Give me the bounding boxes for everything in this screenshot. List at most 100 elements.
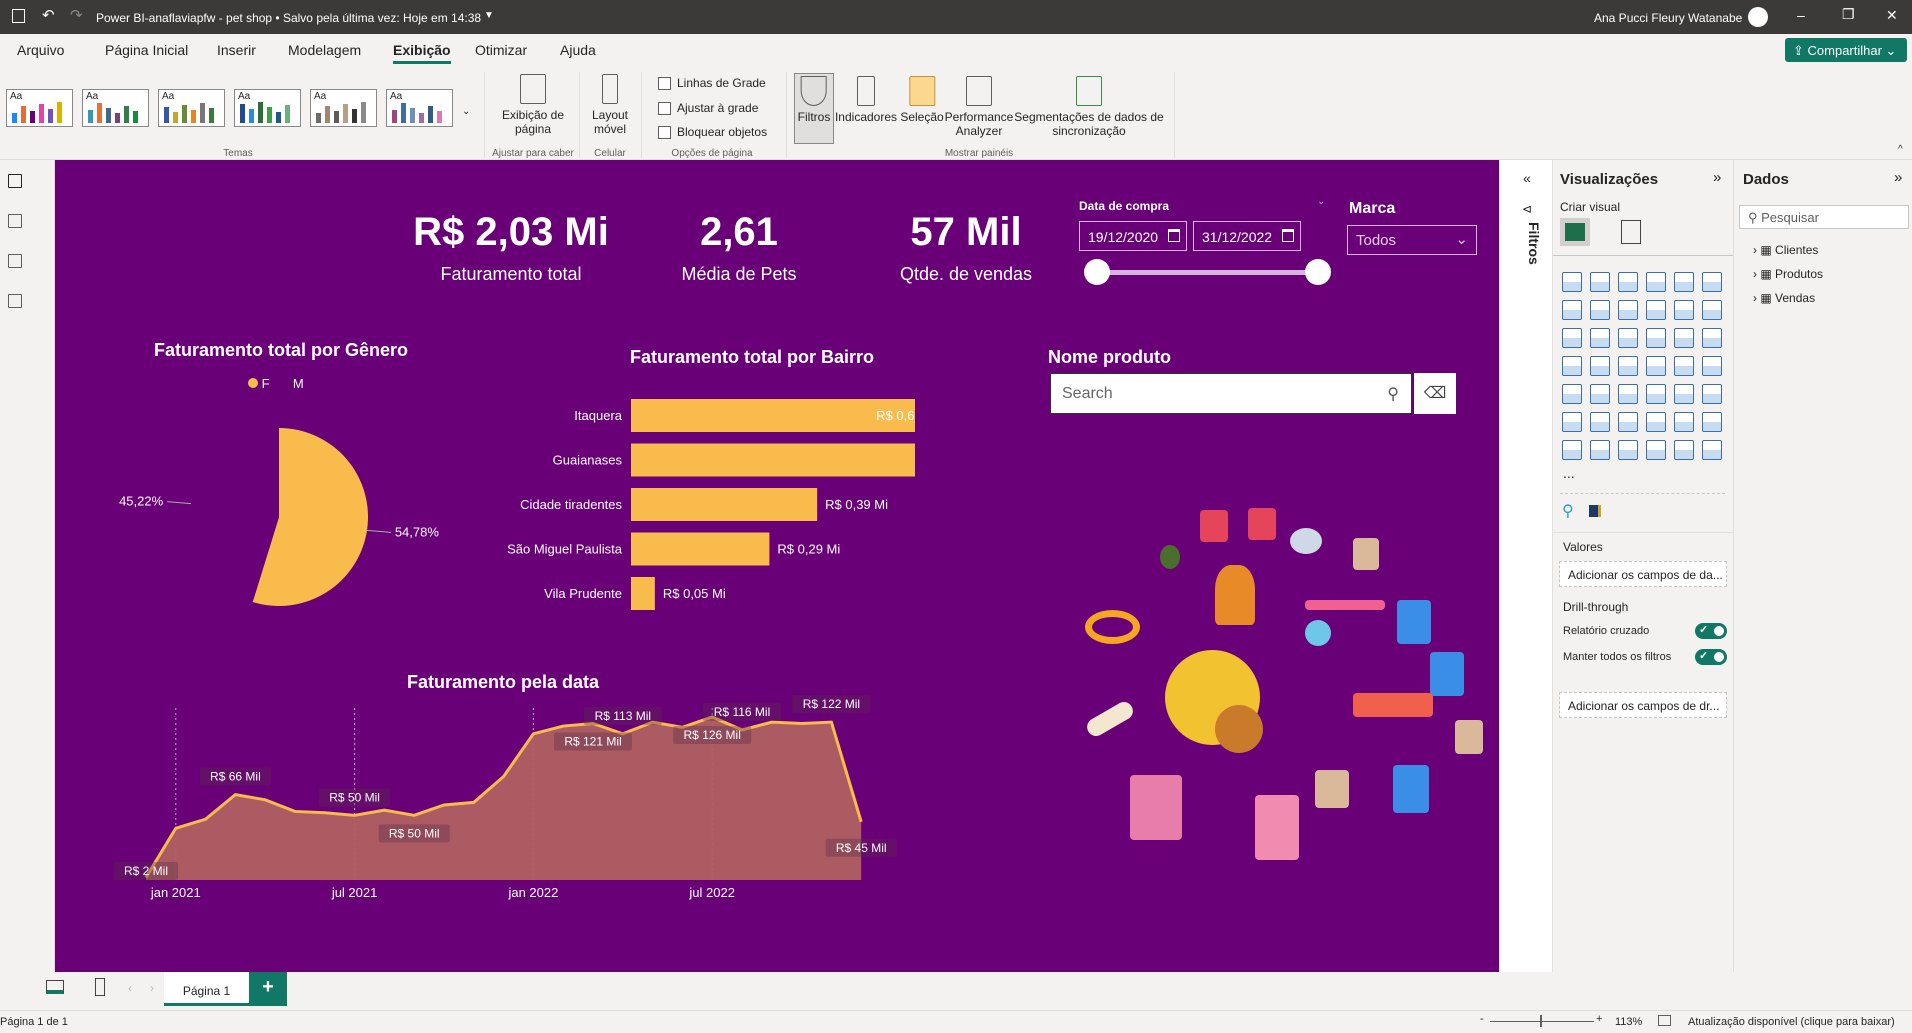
stacked-area-visual-icon[interactable]: [1618, 300, 1638, 320]
prev-page-icon[interactable]: ‹: [128, 981, 132, 995]
filters-pane-button[interactable]: Filtros: [798, 76, 830, 124]
title-dropdown-icon[interactable]: ▼: [484, 10, 494, 21]
report-view-icon[interactable]: [8, 174, 22, 188]
area-visual-icon[interactable]: [1590, 300, 1610, 320]
treemap-visual-icon[interactable]: [1562, 356, 1582, 376]
clustered-bar-visual-icon[interactable]: [1618, 272, 1638, 292]
menu-pagina-inicial[interactable]: Página Inicial: [105, 42, 188, 58]
python-visual-visual-icon[interactable]: [1562, 412, 1582, 432]
theme-thumbnail[interactable]: Aa: [158, 89, 225, 127]
qa-search-icon[interactable]: ⚲: [1562, 501, 1574, 521]
snap-to-grid-checkbox[interactable]: Ajustar à grade: [658, 101, 758, 115]
mobile-layout-button[interactable]: Layout móvel: [590, 74, 630, 136]
date-range-start-handle[interactable]: [1084, 259, 1110, 285]
ribbon-visual-icon[interactable]: [1562, 328, 1582, 348]
menu-ajuda[interactable]: Ajuda: [560, 42, 596, 58]
clustered-column-visual-icon[interactable]: [1646, 272, 1666, 292]
100-bar-visual-icon[interactable]: [1674, 272, 1694, 292]
map-visual-icon[interactable]: [1590, 356, 1610, 376]
funnel-visual-icon[interactable]: [1618, 328, 1638, 348]
zoom-in-button[interactable]: +: [1596, 1013, 1602, 1025]
zoom-slider[interactable]: [1490, 1021, 1594, 1022]
gridlines-checkbox[interactable]: Linhas de Grade: [658, 76, 766, 90]
clear-selection-button[interactable]: ⌫: [1414, 373, 1456, 414]
matrix-visual-icon[interactable]: [1674, 384, 1694, 404]
pie-visual-icon[interactable]: [1674, 328, 1694, 348]
card-visual-icon[interactable]: [1702, 356, 1722, 376]
share-button[interactable]: ⇪ Compartilhar ⌄: [1785, 38, 1907, 62]
bookmarks-pane-button[interactable]: Indicadores: [835, 76, 897, 124]
mobile-layout-icon[interactable]: [95, 978, 105, 996]
r-visual-visual-icon[interactable]: [1702, 384, 1722, 404]
metrics-visual-icon[interactable]: [1702, 412, 1722, 432]
qa-visual-icon[interactable]: [1646, 412, 1666, 432]
theme-thumbnail[interactable]: Aa: [310, 89, 377, 127]
legend-m[interactable]: M: [293, 376, 304, 391]
redo-icon[interactable]: ↷: [70, 6, 83, 24]
table-vendas[interactable]: › ▦ Vendas: [1753, 291, 1815, 305]
line-visual-icon[interactable]: [1562, 300, 1582, 320]
expand-filters-icon[interactable]: «: [1523, 170, 1531, 186]
collapse-viz-icon[interactable]: »: [1713, 169, 1721, 186]
theme-thumbnail[interactable]: Aa: [234, 89, 301, 127]
fit-to-page-icon[interactable]: [1658, 1015, 1671, 1026]
page-view-button[interactable]: Exibição de página: [498, 74, 568, 136]
selection-pane-button[interactable]: Seleção: [900, 76, 944, 124]
performance-analyzer-button[interactable]: Performance Analyzer: [939, 76, 1019, 138]
sync-slicers-button[interactable]: Segmentações de dados de sincronização: [1014, 76, 1164, 138]
calendar-icon[interactable]: [1282, 229, 1294, 242]
gauge-visual-icon[interactable]: [1674, 356, 1694, 376]
table-visual-icon[interactable]: [1646, 384, 1666, 404]
add-drillthrough-dropzone[interactable]: Adicionar os campos de dr...: [1559, 692, 1727, 718]
scatter-visual-icon[interactable]: [1646, 328, 1666, 348]
line-column-visual-icon[interactable]: [1674, 300, 1694, 320]
waterfall-visual-icon[interactable]: [1590, 328, 1610, 348]
menu-otimizar[interactable]: Otimizar: [475, 42, 527, 58]
power-apps-visual-icon[interactable]: [1590, 440, 1610, 460]
decomposition-tree-visual-icon[interactable]: [1618, 412, 1638, 432]
table-produtos[interactable]: › ▦ Produtos: [1753, 267, 1823, 281]
multirow-card-visual-icon[interactable]: [1562, 384, 1582, 404]
table-clientes[interactable]: › ▦ Clientes: [1753, 243, 1818, 257]
model-view-icon[interactable]: [8, 254, 22, 268]
key-influencers-visual-icon[interactable]: [1590, 412, 1610, 432]
tab-pagina-1[interactable]: Página 1: [164, 972, 249, 1006]
theme-thumbnail[interactable]: Aa: [6, 89, 73, 127]
filled-map-visual-icon[interactable]: [1618, 356, 1638, 376]
menu-modelagem[interactable]: Modelagem: [288, 42, 361, 58]
undo-icon[interactable]: ↶: [42, 6, 55, 24]
zoom-slider-handle[interactable]: [1540, 1015, 1542, 1027]
themes-expand-icon[interactable]: ⌄: [462, 106, 470, 117]
lock-objects-checkbox[interactable]: Bloquear objetos: [658, 125, 767, 139]
azure-map-visual-icon[interactable]: [1646, 356, 1666, 376]
100-column-visual-icon[interactable]: [1702, 272, 1722, 292]
brand-dropdown[interactable]: Todos ⌄: [1347, 225, 1477, 255]
custom-b-visual-icon[interactable]: [1702, 440, 1722, 460]
filters-pane-collapsed[interactable]: « ⊲ Filtros: [1499, 160, 1552, 972]
build-visual-tab[interactable]: [1560, 218, 1590, 246]
add-page-button[interactable]: +: [249, 972, 287, 1006]
legend-f[interactable]: F: [262, 376, 270, 391]
format-visual-icon[interactable]: [1621, 220, 1641, 244]
slicer-visual-icon[interactable]: [1618, 384, 1638, 404]
theme-thumbnail[interactable]: Aa: [82, 89, 149, 127]
date-slicer-dropdown-icon[interactable]: ⌄: [1317, 196, 1325, 207]
close-icon[interactable]: ✕: [1886, 7, 1898, 24]
menu-arquivo[interactable]: Arquivo: [17, 42, 64, 58]
donut-visual-icon[interactable]: [1702, 328, 1722, 348]
more-visuals-button[interactable]: ...: [1563, 465, 1575, 481]
collapse-ribbon-icon[interactable]: ^: [1898, 144, 1903, 155]
add-values-dropzone[interactable]: Adicionar os campos de da...: [1559, 561, 1727, 587]
theme-thumbnail[interactable]: Aa: [386, 89, 453, 127]
save-icon[interactable]: [12, 9, 25, 23]
keep-filters-toggle[interactable]: [1695, 649, 1727, 665]
desktop-layout-icon[interactable]: [46, 980, 64, 994]
minimize-icon[interactable]: –: [1797, 7, 1805, 23]
menu-inserir[interactable]: Inserir: [217, 42, 256, 58]
zoom-out-button[interactable]: -: [1480, 1013, 1484, 1025]
dax-query-icon[interactable]: [8, 294, 22, 308]
smart-narrative-icon[interactable]: [1589, 505, 1601, 517]
date-range-end-handle[interactable]: [1305, 259, 1331, 285]
restore-icon[interactable]: ❐: [1842, 6, 1855, 23]
100-area-visual-icon[interactable]: [1646, 300, 1666, 320]
